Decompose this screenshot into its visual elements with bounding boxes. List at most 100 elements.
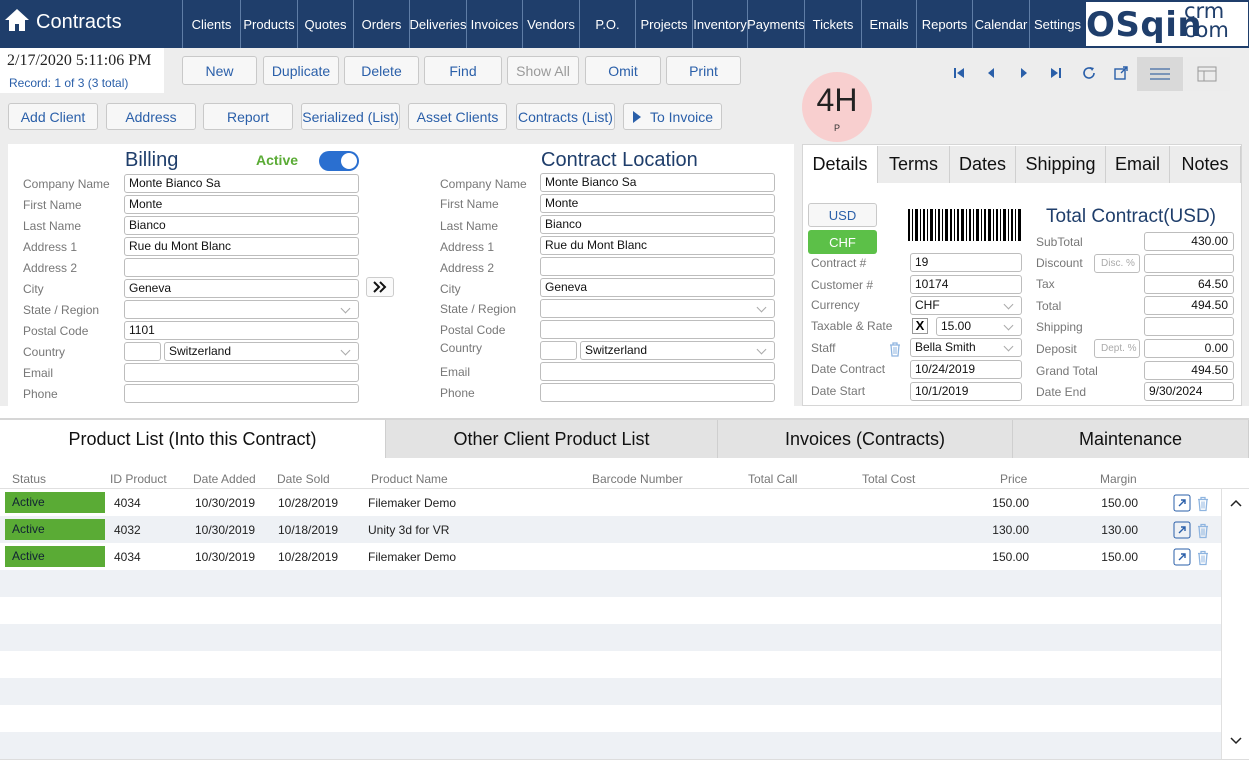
previous-record-icon[interactable] bbox=[983, 65, 999, 81]
location-country-code-field[interactable] bbox=[540, 341, 577, 360]
first-record-icon[interactable] bbox=[951, 65, 967, 81]
currency-usd-button[interactable]: USD bbox=[808, 203, 877, 227]
billing-country-code-field[interactable] bbox=[124, 342, 161, 361]
location-last-field[interactable]: Bianco bbox=[540, 215, 775, 234]
list-view-button[interactable] bbox=[1137, 57, 1183, 91]
col-total-cost[interactable]: Total Cost bbox=[862, 472, 915, 486]
open-row-button[interactable] bbox=[1172, 548, 1192, 566]
delete-row-button[interactable] bbox=[1193, 494, 1213, 512]
tab-other-client-products[interactable]: Other Client Product List bbox=[386, 420, 718, 458]
tab-dates[interactable]: Dates bbox=[950, 146, 1016, 183]
col-date-sold[interactable]: Date Sold bbox=[277, 472, 330, 486]
nav-payments[interactable]: Payments bbox=[747, 0, 805, 48]
location-city-field[interactable]: Geneva bbox=[540, 278, 775, 297]
location-email-field[interactable] bbox=[540, 362, 775, 381]
location-phone-field[interactable] bbox=[540, 383, 775, 402]
date-end-field[interactable]: 9/30/2024 bbox=[1144, 382, 1234, 401]
tab-notes[interactable]: Notes bbox=[1170, 146, 1241, 183]
nav-deliveries[interactable]: Deliveries bbox=[409, 0, 467, 48]
tab-maintenance[interactable]: Maintenance bbox=[1013, 420, 1249, 458]
table-row[interactable]: Active 4034 10/30/2019 10/28/2019 Filema… bbox=[0, 489, 1221, 516]
active-toggle[interactable] bbox=[319, 151, 359, 171]
nav-clients[interactable]: Clients bbox=[182, 0, 240, 48]
tab-email[interactable]: Email bbox=[1106, 146, 1170, 183]
table-row[interactable]: Active 4032 10/30/2019 10/18/2019 Unity … bbox=[0, 516, 1221, 543]
nav-inventory[interactable]: Inventory bbox=[692, 0, 747, 48]
col-date-added[interactable]: Date Added bbox=[193, 472, 256, 486]
location-company-field[interactable]: Monte Bianco Sa bbox=[540, 173, 775, 192]
deposit-field[interactable]: 0.00 bbox=[1144, 339, 1234, 358]
location-country-select[interactable]: Switzerland bbox=[580, 341, 775, 360]
to-invoice-button[interactable]: To Invoice bbox=[623, 103, 722, 130]
nav-settings[interactable]: Settings bbox=[1029, 0, 1085, 48]
contracts-list-button[interactable]: Contracts (List) bbox=[516, 103, 615, 130]
location-first-field[interactable]: Monte bbox=[540, 194, 775, 213]
currency-chf-button[interactable]: CHF bbox=[808, 230, 877, 254]
col-status[interactable]: Status bbox=[12, 472, 46, 486]
nav-reports[interactable]: Reports bbox=[916, 0, 972, 48]
deposit-percent-field[interactable]: Dept. % bbox=[1094, 339, 1140, 358]
billing-postal-field[interactable]: 1101 bbox=[124, 321, 359, 340]
next-record-icon[interactable] bbox=[1016, 65, 1032, 81]
home-icon[interactable] bbox=[4, 7, 30, 33]
duplicate-button[interactable]: Duplicate bbox=[263, 56, 339, 85]
omit-button[interactable]: Omit bbox=[585, 56, 661, 85]
report-button[interactable]: Report bbox=[203, 103, 293, 130]
tab-details[interactable]: Details bbox=[803, 146, 878, 183]
staff-select[interactable]: Bella Smith bbox=[910, 338, 1022, 357]
col-id-product[interactable]: ID Product bbox=[110, 472, 167, 486]
delete-row-button[interactable] bbox=[1193, 548, 1213, 566]
customer-number-field[interactable]: 10174 bbox=[910, 275, 1022, 294]
location-state-select[interactable] bbox=[540, 299, 775, 318]
tab-product-list[interactable]: Product List (Into this Contract) bbox=[0, 420, 386, 458]
col-margin[interactable]: Margin bbox=[1100, 472, 1137, 486]
contract-number-field[interactable]: 19 bbox=[910, 253, 1022, 272]
nav-vendors[interactable]: Vendors bbox=[522, 0, 579, 48]
tab-shipping[interactable]: Shipping bbox=[1016, 146, 1106, 183]
billing-email-field[interactable] bbox=[124, 363, 359, 382]
refresh-icon[interactable] bbox=[1081, 65, 1097, 81]
taxable-checkbox[interactable]: X bbox=[912, 318, 928, 334]
add-client-button[interactable]: Add Client bbox=[8, 103, 98, 130]
nav-po[interactable]: P.O. bbox=[579, 0, 635, 48]
find-button[interactable]: Find bbox=[424, 56, 502, 85]
nav-tickets[interactable]: Tickets bbox=[804, 0, 861, 48]
tab-invoices-contracts[interactable]: Invoices (Contracts) bbox=[718, 420, 1013, 458]
location-postal-field[interactable] bbox=[540, 320, 775, 339]
nav-products[interactable]: Products bbox=[240, 0, 297, 48]
nav-quotes[interactable]: Quotes bbox=[297, 0, 353, 48]
nav-calendar[interactable]: Calendar bbox=[972, 0, 1029, 48]
form-view-button[interactable] bbox=[1184, 57, 1230, 91]
serialized-list-button[interactable]: Serialized (List) bbox=[301, 103, 400, 130]
billing-address2-field[interactable] bbox=[124, 258, 359, 277]
show-all-button[interactable]: Show All bbox=[507, 56, 579, 85]
billing-address1-field[interactable]: Rue du Mont Blanc bbox=[124, 237, 359, 256]
location-address1-field[interactable]: Rue du Mont Blanc bbox=[540, 236, 775, 255]
billing-last-field[interactable]: Bianco bbox=[124, 216, 359, 235]
shipping-field[interactable] bbox=[1144, 317, 1234, 336]
discount-field[interactable] bbox=[1144, 254, 1234, 273]
tax-rate-select[interactable]: 15.00 bbox=[936, 317, 1022, 336]
copy-address-button[interactable] bbox=[366, 277, 394, 297]
delete-button[interactable]: Delete bbox=[344, 56, 419, 85]
billing-company-field[interactable]: Monte Bianco Sa bbox=[124, 174, 359, 193]
billing-country-select[interactable]: Switzerland bbox=[164, 342, 359, 361]
nav-projects[interactable]: Projects bbox=[635, 0, 692, 48]
scroll-down-icon[interactable] bbox=[1230, 737, 1242, 745]
date-contract-field[interactable]: 10/24/2019 bbox=[910, 360, 1022, 379]
billing-city-field[interactable]: Geneva bbox=[124, 279, 359, 298]
currency-select[interactable]: CHF bbox=[910, 296, 1022, 315]
open-row-button[interactable] bbox=[1172, 521, 1192, 539]
tab-terms[interactable]: Terms bbox=[878, 146, 950, 183]
external-link-icon[interactable] bbox=[1113, 65, 1129, 81]
col-product-name[interactable]: Product Name bbox=[371, 472, 448, 486]
new-button[interactable]: New bbox=[182, 56, 257, 85]
nav-orders[interactable]: Orders bbox=[353, 0, 409, 48]
asset-clients-button[interactable]: Asset Clients bbox=[408, 103, 507, 130]
last-record-icon[interactable] bbox=[1048, 65, 1064, 81]
col-price[interactable]: Price bbox=[1000, 472, 1027, 486]
billing-phone-field[interactable] bbox=[124, 384, 359, 403]
location-address2-field[interactable] bbox=[540, 257, 775, 276]
trash-icon[interactable] bbox=[888, 341, 902, 357]
col-barcode[interactable]: Barcode Number bbox=[592, 472, 683, 486]
